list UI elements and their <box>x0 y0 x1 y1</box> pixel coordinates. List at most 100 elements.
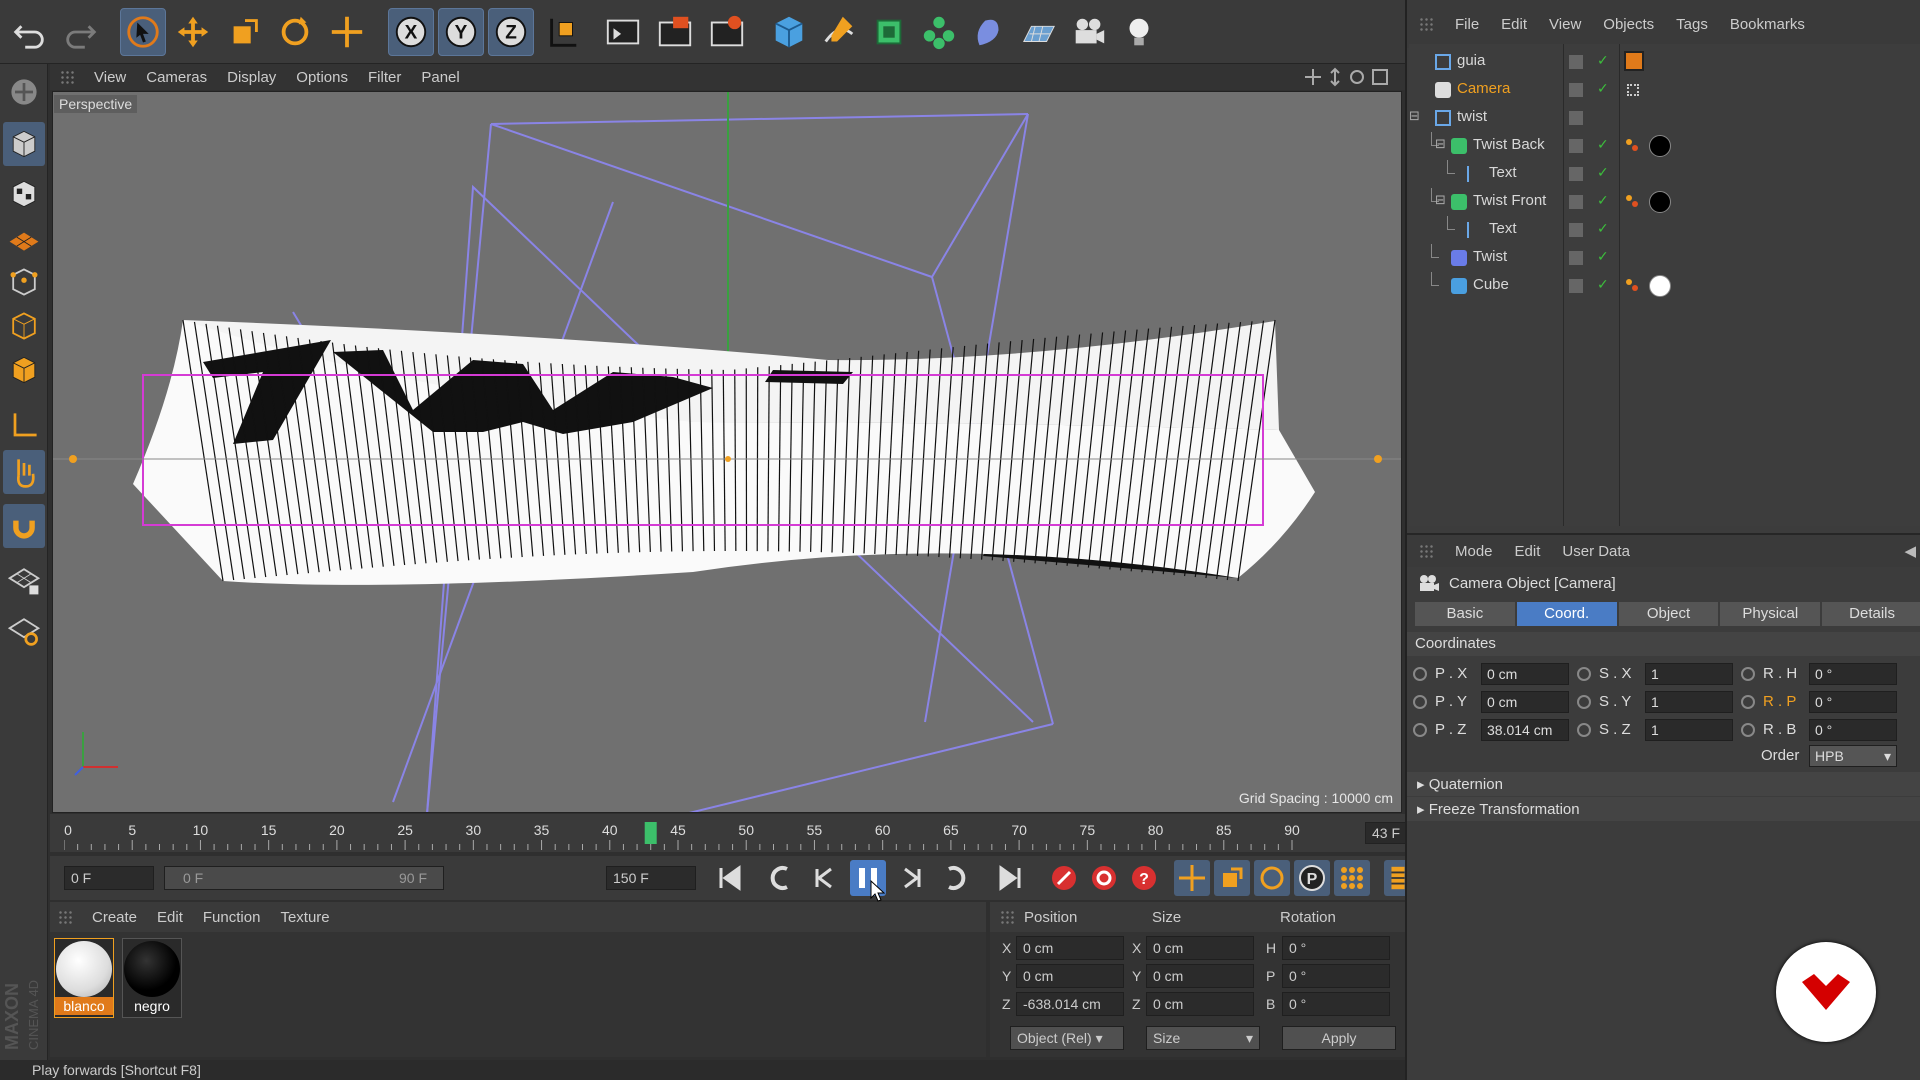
floor-environment-icon[interactable] <box>1016 8 1062 56</box>
coordinate-field[interactable]: 0 ° <box>1809 691 1897 713</box>
scale-key-icon[interactable] <box>1214 860 1250 896</box>
coordinate-field[interactable]: 0 ° <box>1809 663 1897 685</box>
coordinate-mode-dropdown[interactable]: Object (Rel) ▾ <box>1010 1026 1124 1050</box>
panel-grip-icon[interactable] <box>1419 17 1433 31</box>
layer-toggle-icon[interactable] <box>1569 195 1583 209</box>
tab-object[interactable]: Object <box>1618 602 1719 626</box>
autokeying-icon[interactable] <box>1086 860 1122 896</box>
rotation-field[interactable]: 0 ° <box>1282 992 1390 1016</box>
position-key-icon[interactable] <box>1174 860 1210 896</box>
phong-tag-icon[interactable] <box>1625 278 1639 292</box>
make-editable-icon[interactable] <box>3 70 45 114</box>
menu-panel[interactable]: Panel <box>421 69 459 86</box>
menu-view[interactable]: View <box>94 69 126 86</box>
pen-spline-icon[interactable] <box>816 8 862 56</box>
coordinate-field[interactable]: 1 <box>1645 719 1733 741</box>
material-tag-icon[interactable] <box>1649 135 1671 157</box>
size-field[interactable]: 0 cm <box>1146 992 1254 1016</box>
rotation-key-icon[interactable] <box>1254 860 1290 896</box>
animate-radio-icon[interactable] <box>1413 723 1427 737</box>
menu-filter[interactable]: Filter <box>368 69 401 86</box>
menu-view[interactable]: View <box>1549 16 1581 33</box>
freeze-transformation-group[interactable]: ▸ Freeze Transformation <box>1407 797 1920 821</box>
render-settings-icon[interactable] <box>704 8 750 56</box>
playhead[interactable] <box>644 822 657 844</box>
coordinate-field[interactable]: 1 <box>1645 663 1733 685</box>
frame-range-slider[interactable]: 0 F 90 F <box>164 866 444 890</box>
enabled-check-icon[interactable]: ✓ <box>1597 192 1609 209</box>
coordinate-field[interactable]: 0 cm <box>1481 663 1569 685</box>
go-to-end-icon[interactable] <box>992 860 1028 896</box>
layer-toggle-icon[interactable] <box>1569 167 1583 181</box>
position-field[interactable]: 0 cm <box>1016 936 1124 960</box>
menu-bookmarks[interactable]: Bookmarks <box>1730 16 1805 33</box>
3d-viewport[interactable]: Grid Spacing : 10000 cm <box>52 91 1402 813</box>
position-field[interactable]: -638.014 cm <box>1016 992 1124 1016</box>
size-field[interactable]: 0 cm <box>1146 964 1254 988</box>
menu-user-data[interactable]: User Data <box>1562 543 1630 560</box>
tab-coord[interactable]: Coord. <box>1516 602 1617 626</box>
camera-object-icon[interactable] <box>1066 8 1112 56</box>
next-frame-icon[interactable] <box>894 860 930 896</box>
material-blanco[interactable]: blanco <box>54 938 114 1018</box>
menu-mode[interactable]: Mode <box>1455 543 1493 560</box>
tab-physical[interactable]: Physical <box>1720 602 1821 626</box>
undo-icon[interactable] <box>6 8 52 56</box>
coordinate-field[interactable]: 0 cm <box>1481 691 1569 713</box>
menu-texture[interactable]: Texture <box>280 909 329 926</box>
animate-radio-icon[interactable] <box>1577 695 1591 709</box>
layer-toggle-icon[interactable] <box>1569 251 1583 265</box>
panel-grip-icon[interactable] <box>58 910 72 924</box>
move-tool-icon[interactable] <box>170 8 216 56</box>
enabled-check-icon[interactable]: ✓ <box>1597 276 1609 293</box>
object-row[interactable]: Twist ✓ <box>1409 244 1920 272</box>
planar-workplane-icon[interactable] <box>3 608 45 652</box>
scale-tool-icon[interactable] <box>222 8 268 56</box>
back-arrow-icon[interactable]: ◀ <box>1904 542 1916 560</box>
quaternion-group[interactable]: ▸ Quaternion <box>1407 772 1920 796</box>
panel-grip-icon[interactable] <box>1000 910 1014 924</box>
phong-tag-icon[interactable] <box>1625 194 1639 208</box>
enabled-check-icon[interactable]: ✓ <box>1597 136 1609 153</box>
protection-tag-icon[interactable] <box>1624 51 1644 71</box>
object-row[interactable]: Camera ✓ <box>1409 76 1920 104</box>
material-negro[interactable]: negro <box>122 938 182 1018</box>
redo-icon[interactable] <box>58 8 104 56</box>
light-object-icon[interactable] <box>1116 8 1162 56</box>
size-mode-dropdown[interactable]: Size ▾ <box>1146 1026 1260 1050</box>
layer-toggle-icon[interactable] <box>1569 111 1583 125</box>
animate-radio-icon[interactable] <box>1413 667 1427 681</box>
coordinate-system-icon[interactable] <box>540 8 586 56</box>
model-mode-icon[interactable] <box>3 122 45 166</box>
animate-radio-icon[interactable] <box>1741 695 1755 709</box>
animate-radio-icon[interactable] <box>1413 695 1427 709</box>
previous-frame-icon[interactable] <box>806 860 842 896</box>
collapse-icon[interactable]: ⊟ <box>1435 192 1446 208</box>
size-field[interactable]: 0 cm <box>1146 936 1254 960</box>
panel-grip-icon[interactable] <box>1419 544 1433 558</box>
menu-edit[interactable]: Edit <box>157 909 183 926</box>
texture-mode-icon[interactable] <box>3 172 45 216</box>
menu-objects[interactable]: Objects <box>1603 16 1654 33</box>
object-row[interactable]: Cube ✓ <box>1409 272 1920 300</box>
layer-toggle-icon[interactable] <box>1569 139 1583 153</box>
apply-button[interactable]: Apply <box>1282 1026 1396 1050</box>
x-axis-lock-icon[interactable]: X <box>388 8 434 56</box>
cube-primitive-icon[interactable] <box>766 8 812 56</box>
object-row[interactable]: Twist Front ✓ ⊟ <box>1409 188 1920 216</box>
coordinate-field[interactable]: 1 <box>1645 691 1733 713</box>
enabled-check-icon[interactable]: ✓ <box>1597 220 1609 237</box>
transform-tool-icon[interactable] <box>324 8 370 56</box>
collapse-icon[interactable]: ⊟ <box>1409 108 1420 124</box>
collapse-icon[interactable]: ⊟ <box>1435 136 1446 152</box>
menu-edit[interactable]: Edit <box>1515 543 1541 560</box>
point-level-key-icon[interactable] <box>1334 860 1370 896</box>
layer-toggle-icon[interactable] <box>1569 83 1583 97</box>
previous-key-icon[interactable] <box>762 860 798 896</box>
menu-file[interactable]: File <box>1455 16 1479 33</box>
coordinate-field[interactable]: 38.014 cm <box>1481 719 1569 741</box>
menu-create[interactable]: Create <box>92 909 137 926</box>
object-row[interactable]: twist ⊟ <box>1409 104 1920 132</box>
rotation-field[interactable]: 0 ° <box>1282 936 1390 960</box>
layer-toggle-icon[interactable] <box>1569 279 1583 293</box>
